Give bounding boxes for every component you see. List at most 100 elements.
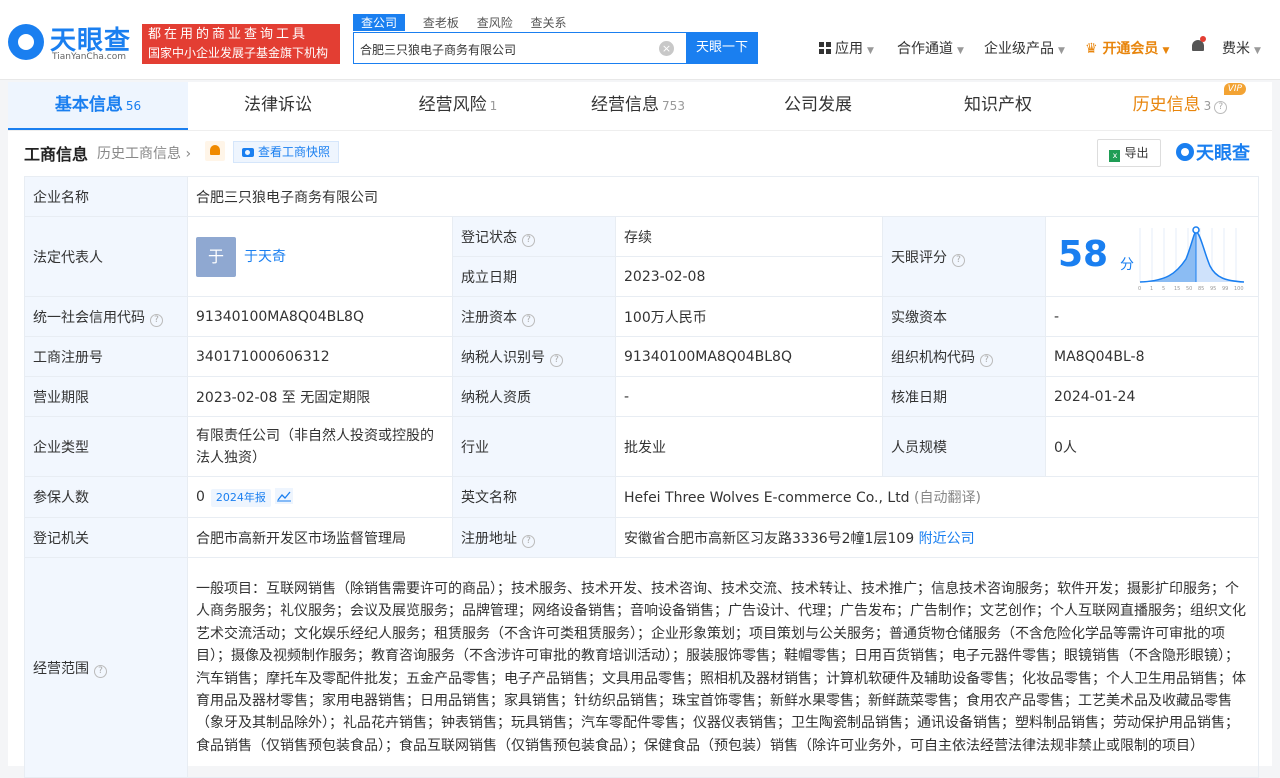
reg-status-value: 存续 [615,216,883,257]
scope-key: 经营范围 [33,660,89,677]
help-icon[interactable]: ? [150,313,163,327]
help-icon[interactable]: ? [952,253,965,267]
score-axis-tick: 100 [1234,286,1244,292]
credit-code-key: 统一社会信用代码 [33,309,145,326]
chevron-down-icon: ▼ [1058,46,1065,56]
nav-apps[interactable]: 应用 ▼ [819,38,874,58]
trend-chart-icon[interactable] [274,487,293,504]
reg-no-value: 340171000606312 [187,336,453,377]
legal-rep-cell: 于于天奇 [187,216,453,297]
annual-report-badge[interactable]: 2024年报 [210,488,271,507]
top-header: 天眼查 TianYanCha.com 都在用的商业查询工具 国家中小企业发展子基… [0,0,1280,80]
score-axis-tick: 15 [1174,286,1180,292]
help-icon[interactable]: ? [980,353,993,367]
monitor-bell-icon[interactable] [205,141,225,161]
help-icon[interactable]: ? [550,353,563,367]
tab-count: 56 [125,99,142,113]
snapshot-button[interactable]: 查看工商快照 [233,141,340,163]
search-box: × [353,32,687,64]
field-key: 参保人数 [24,476,188,518]
export-label: 导出 [1124,146,1149,160]
search-button[interactable]: 天眼一下 [686,32,758,64]
promo-banner[interactable]: 都在用的商业查询工具 国家中小企业发展子基金旗下机构 [142,24,340,64]
score-axis-tick: 50 [1186,286,1192,292]
legal-rep-link[interactable]: 于天奇 [244,249,286,265]
help-icon[interactable]: ? [522,534,535,548]
history-business-info-link[interactable]: 历史工商信息 › [97,143,191,163]
field-key: 企业名称 [24,176,188,217]
tab-label: 经营信息 [591,95,660,115]
export-button[interactable]: x 导出 [1097,139,1161,167]
chevron-down-icon: ▼ [957,46,964,56]
help-icon[interactable]: ? [522,313,535,327]
field-key: 工商注册号 [24,336,188,377]
tab-count: 1 [489,99,498,113]
field-key: 天眼评分? [882,216,1046,297]
clear-search-icon[interactable]: × [659,41,674,56]
field-key: 英文名称 [452,476,616,518]
tab-development[interactable]: 公司发展 [728,82,908,130]
tab-label: 经营风险 [418,95,487,115]
brand-text: 天眼查 [1196,143,1250,164]
search-tab-company[interactable]: 查公司 [353,14,406,31]
field-key: 实缴资本 [882,296,1046,337]
reg-capital-key: 注册资本 [461,309,517,326]
score-axis-tick: 0 [1138,286,1141,292]
help-icon[interactable]: ? [522,233,535,247]
tab-history[interactable]: VIP 历史信息 3? [1088,82,1272,130]
user-name: 费米 [1222,41,1250,57]
company-type-value: 有限责任公司（非自然人投资或控股的法人独资） [187,416,453,477]
search-input[interactable] [360,39,650,59]
nav-enterprise[interactable]: 企业级产品 ▼ [984,38,1065,58]
nearby-companies-link[interactable]: 附近公司 [919,531,975,547]
search-tab-relation[interactable]: 查关系 [531,14,567,31]
tab-ip[interactable]: 知识产权 [908,82,1088,130]
tab-operations[interactable]: 经营信息 753 [548,82,728,130]
nav-partner-label: 合作通道 [897,41,953,57]
logo-eye-icon [1176,143,1194,161]
score-axis-tick: 95 [1210,286,1216,292]
table-row: 经营范围? 一般项目：互联网销售（除销售需要许可的商品）；技术服务、技术开发、技… [24,557,1260,778]
crown-icon: ♛ [1085,41,1098,57]
nav-partner[interactable]: 合作通道 ▼ [897,38,964,58]
term-value: 2023-02-08 至 无固定期限 [187,376,453,417]
business-info-card: 工商信息 历史工商信息 › 查看工商快照 x 导出 天眼查 企业名称 合肥三只狼电… [8,130,1272,778]
field-key: 注册地址? [452,517,616,558]
nav-user[interactable]: 费米 ▼ [1222,38,1261,58]
tab-risk[interactable]: 经营风险 1 [368,82,548,130]
watermark-brand: 天眼查 [1176,139,1250,165]
reg-status-key: 登记状态 [461,229,517,246]
search-tab-boss[interactable]: 查老板 [423,14,459,31]
tianyancha-logo[interactable]: 天眼查 TianYanCha.com [8,22,136,66]
taxpayer-qual-value: - [615,376,883,417]
english-name-value: Hefei Three Wolves E-commerce Co., Ltd [624,490,910,506]
nav-notifications[interactable] [1191,36,1206,55]
tab-count: 753 [662,99,685,113]
credit-code-value: 91340100MA8Q04BL8Q [187,296,453,337]
tab-label: 法律诉讼 [244,95,312,115]
address-key: 注册地址 [461,530,517,547]
search-tab-risk[interactable]: 查风险 [477,14,513,31]
snapshot-label: 查看工商快照 [258,145,331,159]
vip-tag: VIP [1223,83,1246,95]
nav-open-vip[interactable]: ♛ 开通会员 ▼ [1085,38,1169,58]
english-name-cell: Hefei Three Wolves E-commerce Co., Ltd (… [614,476,1260,518]
org-code-value: MA8Q04BL-8 [1044,336,1260,377]
address-cell: 安徽省合肥市高新区习友路3336号2幢1层109 附近公司 [614,517,1260,558]
tab-legal[interactable]: 法律诉讼 [188,82,368,130]
search-type-tabs: 查公司 查老板 查风险 查关系 [353,14,581,32]
field-key: 营业期限 [24,376,188,417]
help-icon[interactable]: ? [1214,101,1228,114]
industry-value: 批发业 [615,416,883,477]
avatar[interactable]: 于 [196,236,236,277]
insured-value: 0 [196,488,205,505]
tab-label: 基本信息 [54,95,123,115]
tab-basic-info[interactable]: 基本信息 56 [8,82,188,130]
nav-vip-label: 开通会员 [1102,41,1159,57]
field-key: 人员规模 [882,416,1046,477]
section-title: 工商信息 [24,145,89,164]
score-cell[interactable]: 58 分 0 1 5 15 50 85 95 99 100 [1044,216,1260,297]
authority-value: 合肥市高新开发区市场监督管理局 [187,517,453,558]
help-icon[interactable]: ? [94,664,107,678]
score-axis-tick: 1 [1150,286,1153,292]
